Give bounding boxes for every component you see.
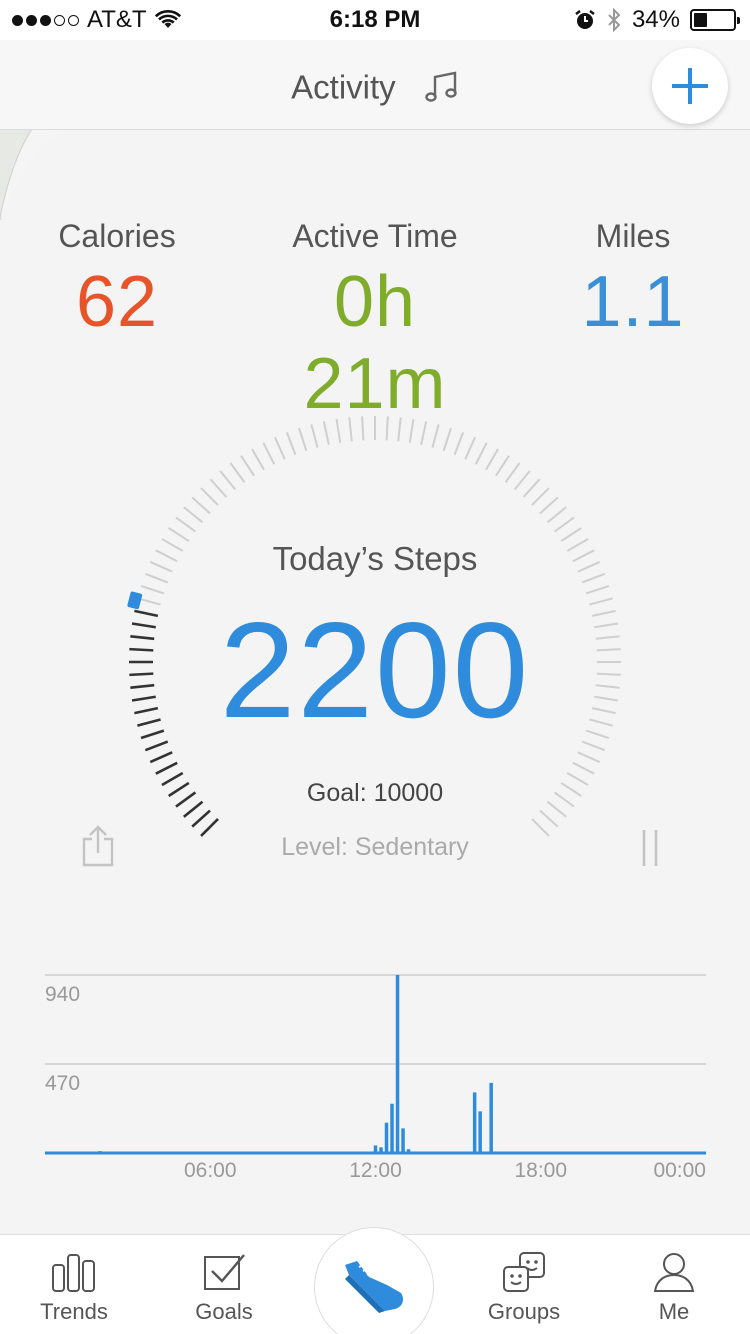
battery-percent: 34% — [631, 6, 680, 33]
page-title-text: Activity — [291, 68, 396, 106]
gauge-tick — [310, 424, 319, 448]
calories-stat[interactable]: Calories 62 — [0, 218, 237, 343]
hourly-steps-chart[interactable]: 940 470 06:00 12:00 18:00 00:00 — [0, 960, 750, 1190]
chart-x-tick-label: 12:00 — [349, 1159, 402, 1182]
pause-icon[interactable] — [638, 828, 662, 868]
gauge-tick — [577, 751, 601, 763]
tab-me[interactable]: Me — [614, 1235, 734, 1334]
gauge-tick — [298, 427, 308, 452]
chart-x-tick-label: 18:00 — [514, 1159, 567, 1182]
checkbox-icon — [204, 1254, 245, 1290]
plus-icon — [672, 68, 708, 104]
gauge-tick — [453, 431, 465, 456]
bottom-tab-bar: Trends Goals Groups Me — [0, 1227, 750, 1334]
steps-value: 2200 — [219, 594, 531, 746]
gauge-tick — [155, 761, 178, 775]
gauge-tick — [431, 424, 440, 448]
gauge-tick — [485, 448, 499, 471]
status-bar: AT&T 6:18 PM 34% — [0, 0, 750, 40]
chart-y-tick-label: 940 — [45, 983, 80, 1006]
active-time-label: Active Time — [292, 218, 458, 254]
miles-label: Miles — [595, 218, 671, 254]
gauge-tick — [531, 487, 550, 506]
steps-title: Today’s Steps — [272, 540, 478, 577]
share-icon[interactable] — [80, 825, 116, 867]
gauge-tick — [175, 516, 196, 533]
gauge-tick — [504, 462, 521, 483]
gauge-tick — [183, 506, 204, 524]
gauge-tick — [513, 470, 531, 491]
tab-goals-label: Goals — [195, 1299, 253, 1324]
gauge-tick — [251, 448, 265, 471]
gauge-tick — [262, 442, 276, 465]
tab-me-label: Me — [658, 1299, 690, 1324]
gauge-tick — [191, 496, 211, 515]
bluetooth-icon — [608, 8, 621, 32]
active-time-value: 0h 21m — [303, 262, 447, 424]
gauge-tick — [495, 455, 510, 477]
add-activity-button[interactable] — [652, 48, 728, 124]
gauge-tick — [539, 809, 559, 828]
gauge-tick — [191, 809, 211, 828]
chart-x-tick-label: 06:00 — [184, 1159, 237, 1182]
steps-goal: Goal: 10000 — [306, 779, 444, 807]
chart-x-tick-label: 00:00 — [653, 1159, 706, 1182]
page-title: Activity — [0, 66, 750, 106]
bar-chart-icon — [52, 1254, 95, 1292]
calories-label: Calories — [58, 218, 176, 254]
person-icon — [653, 1253, 695, 1292]
groups-icon — [503, 1252, 545, 1292]
chart-y-tick-label: 470 — [45, 1072, 80, 1095]
gauge-tick — [442, 427, 452, 452]
tab-groups[interactable]: Groups — [464, 1235, 584, 1334]
gauge-tick — [229, 462, 246, 483]
gauge-tick — [554, 516, 575, 533]
music-note-icon[interactable] — [423, 69, 459, 105]
miles-value: 1.1 — [581, 262, 685, 342]
status-right: 34% — [574, 6, 740, 34]
gauge-tick — [209, 478, 228, 498]
tab-trends[interactable]: Trends — [14, 1235, 134, 1334]
tab-groups-label: Groups — [487, 1299, 561, 1324]
gauge-tick — [474, 442, 488, 465]
gauge-tick — [539, 496, 559, 515]
gauge-tick — [274, 436, 286, 460]
alarm-clock-icon — [575, 10, 595, 29]
gauge-tick — [572, 761, 595, 775]
gauge-tick — [285, 431, 297, 456]
gauge-tick — [240, 455, 255, 477]
battery-icon — [690, 9, 740, 31]
sneaker-icon — [345, 1261, 403, 1313]
tab-goals[interactable]: Goals — [164, 1235, 284, 1334]
top-header: Activity — [0, 40, 750, 130]
gauge-tick — [219, 470, 237, 491]
tab-activity[interactable] — [314, 1227, 434, 1334]
gauge-tick — [464, 436, 476, 460]
tab-trends-label: Trends — [40, 1299, 108, 1324]
active-time-stat[interactable]: Active Time 0h 21m — [255, 218, 495, 425]
gauge-tick — [200, 487, 219, 506]
miles-stat[interactable]: Miles 1.1 — [513, 218, 750, 343]
gauge-tick — [546, 506, 567, 524]
gauge-tick — [522, 478, 541, 498]
calories-value: 62 — [75, 262, 159, 342]
gauge-tick — [149, 751, 173, 764]
